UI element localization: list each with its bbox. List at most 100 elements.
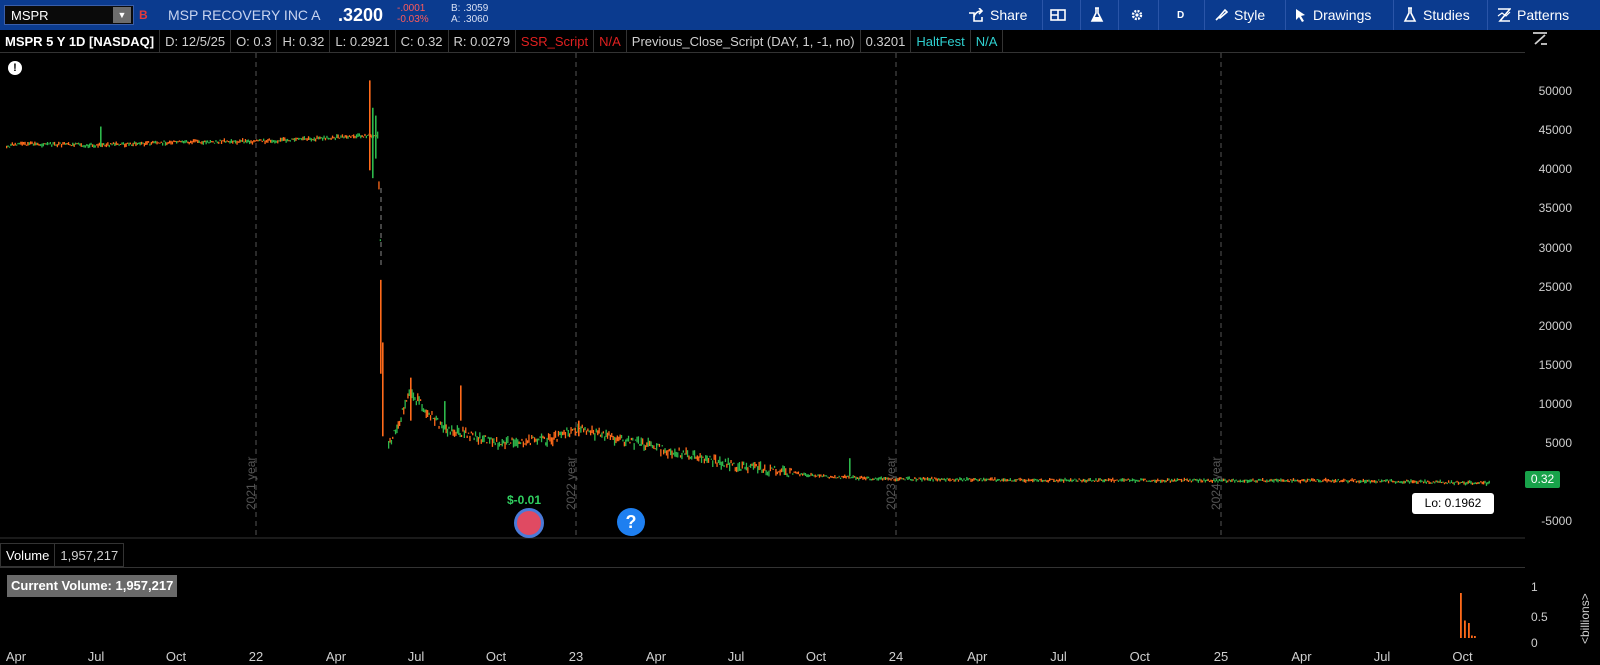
price-candle [388, 441, 390, 449]
price-candle [1144, 478, 1146, 480]
price-candle [859, 476, 861, 479]
price-candle [69, 144, 71, 146]
price-candle [1246, 479, 1248, 484]
price-candle [494, 442, 496, 446]
price-candle [419, 399, 422, 401]
price-candle [827, 476, 829, 478]
price-candle [320, 137, 322, 139]
borrow-badge: B [139, 8, 148, 22]
price-candle [731, 463, 734, 466]
price-candle [1414, 480, 1416, 483]
price-candle [839, 477, 842, 480]
price-candle [192, 139, 195, 143]
price-candle [1039, 479, 1041, 481]
price-candle [515, 437, 517, 447]
price-candle [602, 431, 604, 434]
price-candle [185, 140, 188, 143]
last-price: .3200 [338, 5, 384, 25]
price-candle [832, 476, 835, 479]
price-candle [218, 141, 220, 144]
time-tick-label: Oct [485, 649, 507, 664]
style-button[interactable]: Style [1214, 0, 1265, 30]
price-candle [364, 133, 366, 136]
volume-tick-label: 0 [1531, 636, 1538, 650]
grid-layout-button[interactable] [1050, 0, 1066, 30]
price-candle [1253, 480, 1255, 482]
studies-button[interactable]: Studies [1403, 0, 1470, 30]
symbol-value[interactable]: MSPR [5, 8, 113, 23]
price-candle [108, 144, 110, 148]
price-candle [1372, 480, 1374, 483]
price-candle [1383, 480, 1385, 482]
settings-button[interactable] [1130, 0, 1144, 30]
price-candle [1049, 478, 1051, 482]
price-candle [1309, 479, 1311, 482]
price-candle [837, 477, 839, 479]
price-candle [53, 141, 56, 146]
flask-button[interactable] [1090, 0, 1104, 30]
dividend-event-icon[interactable] [514, 508, 544, 538]
zoom-icon[interactable] [1531, 30, 1549, 48]
price-candle [453, 429, 456, 437]
price-candle [208, 142, 210, 144]
drawings-button[interactable]: Drawings [1295, 0, 1371, 30]
symbol-dropdown-icon[interactable]: ▼ [113, 7, 131, 23]
price-candle [966, 477, 968, 481]
price-candle [723, 465, 725, 468]
price-candle [1036, 479, 1038, 482]
alert-icon[interactable]: ! [8, 61, 22, 75]
price-candle [72, 142, 74, 146]
price-candle [232, 140, 234, 144]
question-icon[interactable]: ? [617, 508, 645, 536]
price-candle [915, 478, 917, 482]
price-candle [674, 448, 676, 457]
price-candle [1315, 480, 1317, 482]
price-candle [498, 441, 501, 447]
price-candle [1154, 479, 1156, 483]
patterns-button[interactable]: Patterns [1497, 0, 1569, 30]
price-candle [1441, 481, 1443, 484]
price-candle [743, 461, 745, 466]
price-candle [1020, 478, 1023, 481]
price-candle [651, 445, 654, 449]
price-candle [67, 142, 70, 145]
price-candle [844, 474, 846, 478]
price-candle [905, 477, 908, 479]
price-candle [1481, 481, 1483, 485]
price-candle [177, 141, 179, 143]
price-candle [918, 477, 920, 479]
price-candle [1147, 480, 1149, 482]
price-candle [167, 141, 169, 144]
price-candle [369, 80, 371, 171]
price-candle [1162, 479, 1164, 482]
price-candle [1320, 481, 1323, 483]
volume-bar [1474, 636, 1476, 638]
price-candle [1413, 480, 1415, 484]
price-candle [998, 479, 1000, 481]
price-candle [556, 439, 558, 442]
share-button[interactable]: Share [968, 0, 1027, 30]
time-tick-label: Apr [645, 649, 667, 664]
price-candle [429, 415, 432, 421]
volume-study-label[interactable]: Volume [0, 543, 56, 567]
price-candle [1425, 481, 1427, 484]
price-candle [1295, 479, 1297, 482]
prev-close-study-label[interactable]: Previous_Close_Script (DAY, 1, -1, no) [627, 29, 861, 53]
price-axis[interactable]: 50000 45000 40000 35000 30000 25000 20000 15000… [1525, 53, 1600, 538]
symbol-input[interactable]: MSPR ▼ [4, 5, 134, 25]
aggregation-button[interactable]: D [1177, 0, 1184, 30]
price-candle [660, 449, 662, 457]
price-tick-label: 35000 [1538, 201, 1572, 216]
price-candle [229, 140, 231, 144]
ssr-study-label[interactable]: SSR_Script [516, 29, 595, 53]
haltfest-study-label[interactable]: HaltFest [911, 29, 971, 53]
price-candle [1189, 478, 1191, 481]
price-candle [1137, 479, 1139, 482]
price-candle [97, 143, 99, 148]
price-candle [236, 140, 238, 145]
price-candle [1452, 482, 1454, 484]
price-chart[interactable] [0, 53, 1525, 665]
chart-title[interactable]: MSPR 5 Y 1D [NASDAQ] [0, 29, 161, 53]
price-candle [1081, 480, 1083, 483]
volume-pane-divider [0, 567, 1525, 568]
